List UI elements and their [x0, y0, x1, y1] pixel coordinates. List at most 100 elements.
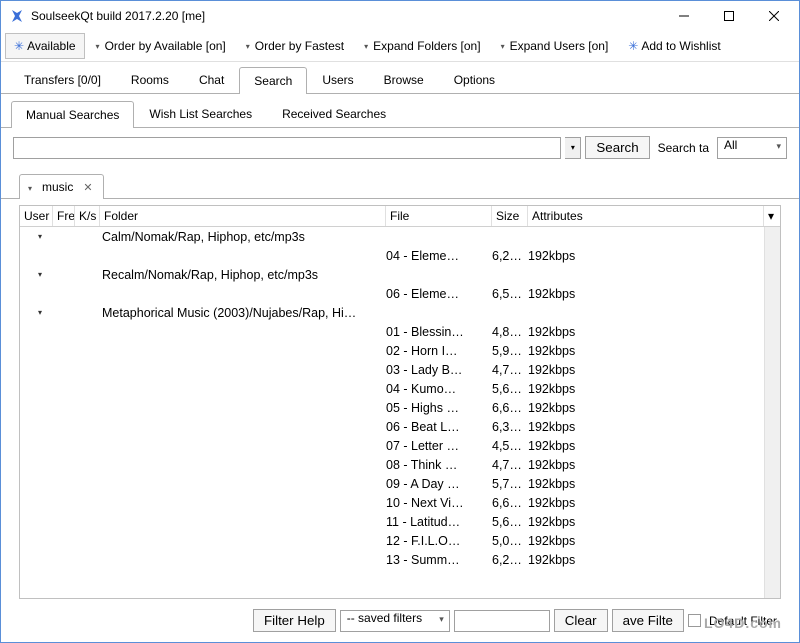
tab-options[interactable]: Options — [439, 66, 510, 93]
cell-attributes: 192kbps — [528, 325, 764, 339]
cell-file: 06 - Beat L… — [386, 420, 492, 434]
table-row[interactable]: 04 - Kumo…5,6…192kbps — [20, 379, 764, 398]
cell-folder: Calm/Nomak/Rap, Hiphop, etc/mp3s — [100, 230, 386, 244]
cell-attributes: 192kbps — [528, 458, 764, 472]
column-ks[interactable]: K/s — [75, 206, 100, 226]
tab-transfers-[interactable]: Transfers [0/0] — [9, 66, 116, 93]
search-target-select[interactable]: All — [717, 137, 787, 159]
wishlist-icon: ✳ — [628, 39, 638, 53]
cell-attributes: 192kbps — [528, 401, 764, 415]
cell-file: 05 - Highs … — [386, 401, 492, 415]
result-tabs: music ✕ — [1, 167, 799, 199]
column-file[interactable]: File — [386, 206, 492, 226]
column-folder[interactable]: Folder — [100, 206, 386, 226]
clear-filter-button[interactable]: Clear — [554, 609, 608, 632]
cell-file: 01 - Blessin… — [386, 325, 492, 339]
close-icon[interactable]: ✕ — [81, 181, 94, 194]
result-tab-label: music — [42, 180, 73, 194]
subtab-manual-searches[interactable]: Manual Searches — [11, 101, 134, 128]
tab-chat[interactable]: Chat — [184, 66, 239, 93]
tab-browse[interactable]: Browse — [369, 66, 439, 93]
cell-attributes: 192kbps — [528, 439, 764, 453]
cell-size: 4,5… — [492, 439, 528, 453]
cell-file: 08 - Think … — [386, 458, 492, 472]
tab-users[interactable]: Users — [307, 66, 368, 93]
filter-input[interactable] — [454, 610, 550, 632]
cell-file: 03 - Lady B… — [386, 363, 492, 377]
table-row[interactable]: 03 - Lady B…4,7…192kbps — [20, 360, 764, 379]
table-row[interactable]: 12 - F.I.L.O…5,0…192kbps — [20, 531, 764, 550]
grid-header: User Fre K/s Folder File Size Attributes… — [20, 206, 780, 227]
results-grid: User Fre K/s Folder File Size Attributes… — [19, 205, 781, 599]
cell-file: 02 - Horn I… — [386, 344, 492, 358]
close-button[interactable] — [754, 2, 799, 30]
table-row[interactable]: 07 - Letter …4,5…192kbps — [20, 436, 764, 455]
cell-size: 5,0… — [492, 534, 528, 548]
cell-folder: Recalm/Nomak/Rap, Hiphop, etc/mp3s — [100, 268, 386, 282]
table-row[interactable]: ▾ Calm/Nomak/Rap, Hiphop, etc/mp3s — [20, 227, 764, 246]
order-by-fastest-button[interactable]: Order by Fastest — [237, 33, 353, 59]
add-to-wishlist-button[interactable]: ✳ Add to Wishlist — [619, 33, 729, 59]
table-row[interactable]: 04 - Eleme…6,2…192kbps — [20, 246, 764, 265]
subtab-wish-list-searches[interactable]: Wish List Searches — [134, 100, 267, 127]
column-user[interactable]: User — [20, 206, 53, 226]
chevron-down-icon[interactable]: ▾ — [38, 308, 42, 317]
titlebar: SoulseekQt build 2017.2.20 [me] — [1, 1, 799, 31]
table-row[interactable]: 06 - Beat L…6,3…192kbps — [20, 417, 764, 436]
cell-attributes: 192kbps — [528, 477, 764, 491]
cell-file: 10 - Next Vi… — [386, 496, 492, 510]
search-history-dropdown[interactable]: ▾ — [565, 137, 581, 159]
tab-search[interactable]: Search — [239, 67, 307, 94]
column-end[interactable]: ▾ — [764, 206, 780, 226]
column-free[interactable]: Fre — [53, 206, 75, 226]
cell-attributes: 192kbps — [528, 534, 764, 548]
table-row[interactable]: 01 - Blessin…4,8…192kbps — [20, 322, 764, 341]
order-by-available-button[interactable]: Order by Available [on] — [87, 33, 235, 59]
column-attributes[interactable]: Attributes — [528, 206, 764, 226]
table-row[interactable]: 02 - Horn I…5,9…192kbps — [20, 341, 764, 360]
cell-folder: Metaphorical Music (2003)/Nujabes/Rap, H… — [100, 306, 386, 320]
table-row[interactable]: 08 - Think …4,7…192kbps — [20, 455, 764, 474]
save-filter-button[interactable]: ave Filte — [612, 609, 684, 632]
cell-file: 11 - Latitud… — [386, 515, 492, 529]
table-row[interactable]: 11 - Latitud…5,6…192kbps — [20, 512, 764, 531]
footer-row: Filter Help -- saved filters Clear ave F… — [1, 603, 799, 642]
status-available-button[interactable]: ✳ Available — [5, 33, 85, 59]
cell-attributes: 192kbps — [528, 287, 764, 301]
table-row[interactable]: 10 - Next Vi…6,6…192kbps — [20, 493, 764, 512]
search-input[interactable] — [13, 137, 561, 159]
chevron-down-icon[interactable]: ▾ — [38, 270, 42, 279]
cell-file: 12 - F.I.L.O… — [386, 534, 492, 548]
table-row[interactable]: 06 - Eleme…6,5…192kbps — [20, 284, 764, 303]
result-tab-menu-icon[interactable] — [28, 180, 34, 194]
table-row[interactable]: 05 - Highs …6,6…192kbps — [20, 398, 764, 417]
expand-users-button[interactable]: Expand Users [on] — [492, 33, 618, 59]
table-row[interactable]: 13 - Summ…6,2…192kbps — [20, 550, 764, 569]
table-row[interactable]: ▾ Recalm/Nomak/Rap, Hiphop, etc/mp3s — [20, 265, 764, 284]
subtab-received-searches[interactable]: Received Searches — [267, 100, 401, 127]
status-dot-icon: ✳ — [14, 39, 24, 53]
cell-attributes: 192kbps — [528, 496, 764, 510]
search-button[interactable]: Search — [585, 136, 649, 159]
cell-attributes: 192kbps — [528, 363, 764, 377]
column-size[interactable]: Size — [492, 206, 528, 226]
vertical-scrollbar[interactable] — [764, 227, 780, 598]
cell-file: 13 - Summ… — [386, 553, 492, 567]
search-row: ▾ Search Search ta All — [1, 128, 799, 167]
maximize-button[interactable] — [709, 2, 754, 30]
cell-size: 4,8… — [492, 325, 528, 339]
chevron-down-icon[interactable]: ▾ — [38, 232, 42, 241]
minimize-button[interactable] — [664, 2, 709, 30]
expand-folders-button[interactable]: Expand Folders [on] — [355, 33, 489, 59]
default-filter-checkbox[interactable] — [688, 614, 701, 627]
window-title: SoulseekQt build 2017.2.20 [me] — [31, 9, 664, 23]
filter-help-button[interactable]: Filter Help — [253, 609, 336, 632]
cell-file: 09 - A Day … — [386, 477, 492, 491]
table-row[interactable]: 09 - A Day …5,7…192kbps — [20, 474, 764, 493]
tab-rooms[interactable]: Rooms — [116, 66, 184, 93]
cell-size: 6,5… — [492, 287, 528, 301]
result-tab-music[interactable]: music ✕ — [19, 174, 104, 199]
table-row[interactable]: ▾ Metaphorical Music (2003)/Nujabes/Rap, … — [20, 303, 764, 322]
app-icon — [9, 8, 25, 24]
saved-filters-select[interactable]: -- saved filters — [340, 610, 450, 632]
